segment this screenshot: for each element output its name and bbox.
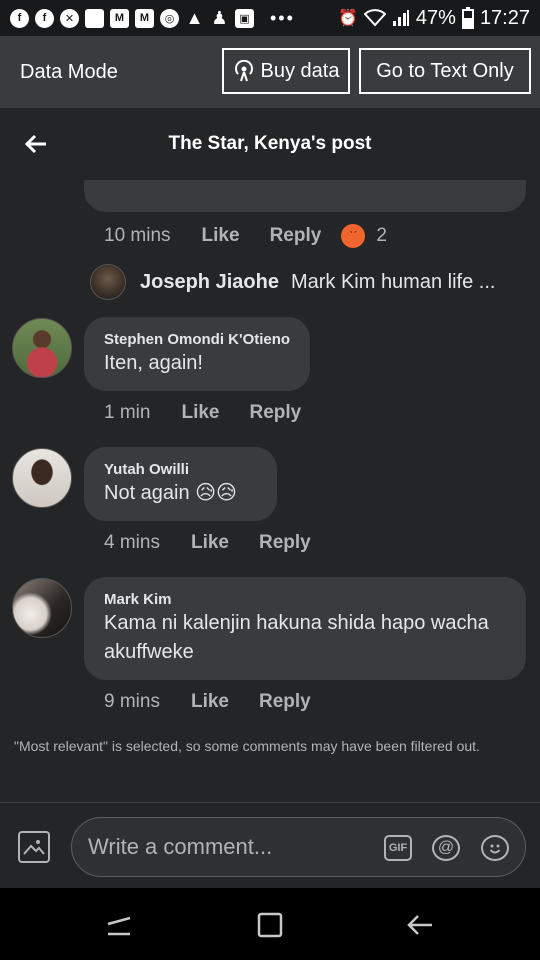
like-button[interactable]: Like (202, 225, 240, 247)
comment-bubble: wauwane (84, 180, 526, 212)
angry-reaction-icon: ˋˊ (341, 224, 366, 248)
facebook-icon: f (10, 8, 29, 28)
mention-button[interactable]: @ (432, 835, 460, 861)
facebook-icon: f (35, 8, 54, 28)
emoji-button[interactable] (481, 835, 509, 861)
avatar[interactable] (12, 578, 72, 638)
comment-bubble: Mark Kim Kama ni kalenjin hakuna shida h… (84, 577, 526, 680)
reply-author: Joseph Jiaohe (140, 270, 279, 293)
comment-text: Kama ni kalenjin hakuna shida hapo wacha… (104, 612, 489, 663)
comment-time: 4 mins (104, 532, 160, 553)
filter-note: "Most relevant" is selected, so some com… (14, 738, 480, 754)
reply-preview[interactable]: Joseph Jiaohe Mark Kim human life ... (90, 264, 526, 300)
system-nav-bar (0, 888, 540, 960)
smiley-icon (489, 844, 501, 854)
comment-text: Iten, again! (104, 352, 203, 374)
more-notifications-icon: ••• (270, 7, 295, 28)
photo-icon (23, 840, 45, 855)
warning-icon: ▲ (185, 7, 204, 28)
comments-list[interactable]: wauwane 10 mins Like Reply ˋˊ 2 Joseph J… (0, 180, 540, 802)
avatar (90, 264, 126, 300)
comment-text: Not again 😥😥 (104, 482, 237, 504)
buy-data-button[interactable]: Buy data (222, 48, 350, 94)
reaction-count: 2 (376, 225, 387, 246)
comment-author[interactable]: Yutah Owilli (104, 461, 189, 478)
avatar[interactable] (12, 448, 72, 508)
comment-author[interactable]: Mark Kim (104, 591, 172, 608)
home-icon[interactable] (257, 912, 283, 938)
comment-meta: 9 mins Like Reply (104, 691, 311, 713)
reply-button[interactable]: Reply (250, 402, 302, 424)
like-button[interactable]: Like (191, 691, 229, 713)
battery-percent: 47% (415, 6, 456, 29)
person-icon: ♟ (211, 7, 228, 28)
page-title: The Star, Kenya's post (168, 133, 372, 154)
chrome-icon: ◎ (160, 8, 179, 28)
comment-input[interactable]: Write a comment... GIF @ (71, 817, 526, 877)
like-button[interactable]: Like (191, 532, 229, 554)
comment-meta: 10 mins Like Reply ˋˊ 2 (104, 224, 387, 248)
comment-author[interactable]: Stephen Omondi K'Otieno (104, 331, 290, 348)
notification-icons: f f ✕ M M ◎ ▲ ♟ ▣ ••• (10, 8, 295, 29)
text-only-button[interactable]: Go to Text Only (359, 48, 531, 94)
battery-icon (461, 7, 474, 29)
clock: 17:27 (479, 6, 530, 29)
signal-icon (392, 10, 409, 26)
image-icon: ▣ (235, 8, 254, 28)
gmail-icon: M (110, 8, 129, 28)
broadcast-icon (234, 60, 253, 82)
wifi-icon (363, 9, 386, 27)
back-icon[interactable] (406, 912, 434, 938)
data-mode-bar: Data Mode Buy data Go to Text Only (0, 36, 540, 108)
reply-button[interactable]: Reply (259, 532, 311, 554)
comment-time: 10 mins (104, 225, 171, 246)
data-mode-label: Data Mode (20, 60, 118, 83)
recent-apps-icon[interactable] (106, 912, 132, 938)
comment-meta: 1 min Like Reply (104, 402, 301, 424)
reply-button[interactable]: Reply (270, 225, 322, 247)
gmail-icon: M (135, 8, 154, 28)
post-header: The Star, Kenya's post (0, 108, 540, 180)
comment-time: 1 min (104, 402, 151, 423)
back-arrow-icon (24, 134, 46, 154)
comment-bubble: Yutah Owilli Not again 😥😥 (84, 447, 277, 521)
comment-bubble: Stephen Omondi K'Otieno Iten, again! (84, 317, 310, 391)
text-only-label: Go to Text Only (376, 59, 514, 82)
back-button[interactable] (20, 128, 52, 160)
at-icon: @ (437, 839, 455, 856)
status-right: ⏰ 47% 17:27 (338, 7, 530, 30)
photo-button[interactable] (18, 831, 50, 863)
buy-data-label: Buy data (260, 59, 340, 82)
gif-button[interactable]: GIF (384, 835, 412, 861)
comment-placeholder: Write a comment... (88, 834, 273, 859)
like-button[interactable]: Like (181, 402, 219, 424)
reply-snippet: Mark Kim human life ... (290, 270, 496, 293)
comment-composer: Write a comment... GIF @ (0, 802, 540, 888)
square-icon (85, 8, 104, 28)
comment-time: 9 mins (104, 691, 160, 712)
reply-button[interactable]: Reply (259, 691, 311, 713)
comment-text: wauwane (104, 180, 189, 186)
status-bar: f f ✕ M M ◎ ▲ ♟ ▣ ••• ⏰ 47% 17:27 (0, 0, 540, 36)
alarm-icon: ⏰ (337, 10, 358, 27)
comment-meta: 4 mins Like Reply (104, 532, 311, 554)
avatar[interactable] (12, 318, 72, 378)
close-circle-icon: ✕ (60, 8, 79, 28)
